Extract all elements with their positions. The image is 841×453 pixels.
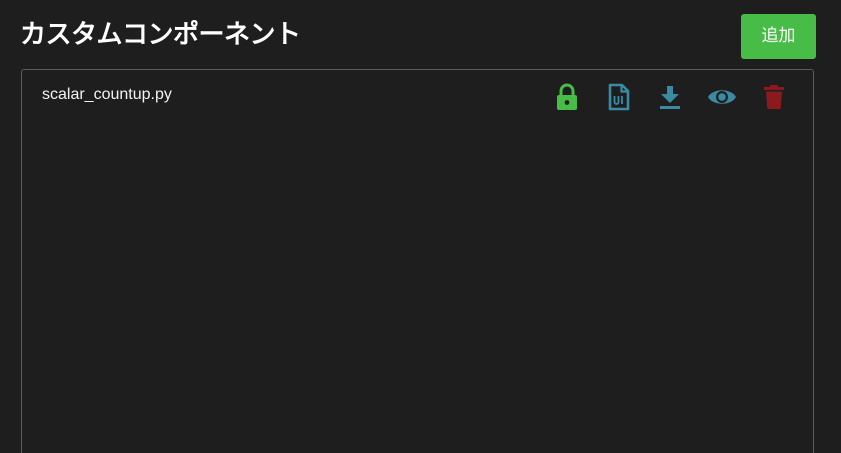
component-row: scalar_countup.py [22, 70, 813, 126]
view-button[interactable] [706, 82, 738, 112]
download-icon [660, 86, 680, 109]
page-title: カスタムコンポーネント [20, 20, 301, 50]
download-button[interactable] [656, 82, 684, 112]
add-button[interactable]: 追加 [741, 14, 816, 59]
delete-button[interactable] [760, 82, 788, 112]
lock-icon [557, 83, 577, 110]
ui-file-button[interactable] [605, 82, 633, 112]
component-file-name: scalar_countup.py [42, 86, 172, 103]
custom-components-page: カスタムコンポーネント 追加 scalar_countup.py [0, 0, 841, 453]
ui-file-icon [608, 83, 630, 111]
eye-icon [708, 90, 736, 104]
lock-button[interactable] [553, 82, 581, 112]
trash-icon [764, 85, 784, 109]
components-panel: scalar_countup.py [21, 69, 814, 453]
